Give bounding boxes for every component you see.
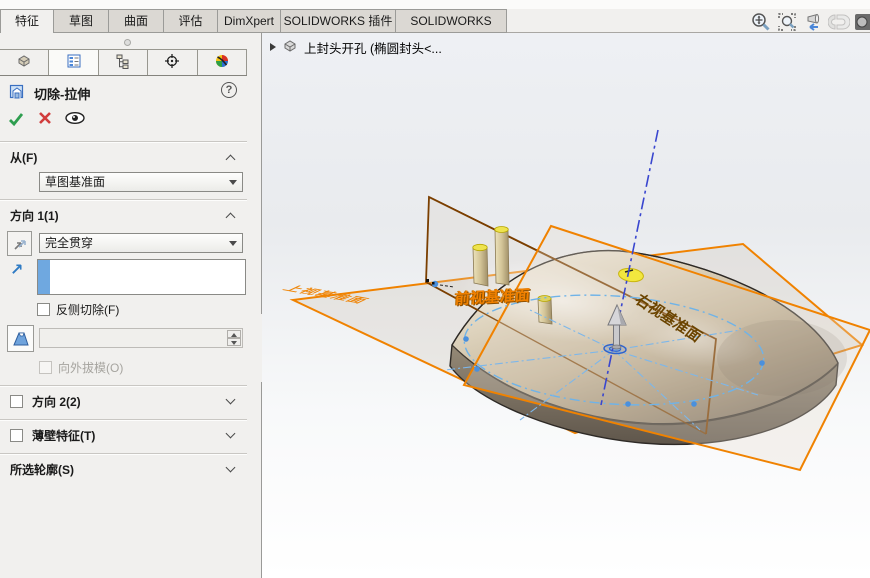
expand-chevron-icon[interactable] bbox=[226, 395, 236, 405]
zoom-to-fit-icon[interactable] bbox=[750, 11, 772, 33]
thin-feature-checkbox[interactable] bbox=[10, 429, 23, 442]
divider bbox=[0, 199, 247, 201]
commandmanager-tabs: 特征 草图 曲面 评估 DimXpert SOLIDWORKS 插件 SOLID… bbox=[0, 9, 507, 33]
direction2-checkbox[interactable] bbox=[10, 395, 23, 408]
display-style-icon[interactable] bbox=[854, 11, 870, 33]
tab-surfaces[interactable]: 曲面 bbox=[108, 9, 163, 33]
tab-dimxpert[interactable]: DimXpert bbox=[217, 9, 280, 33]
help-icon[interactable]: ? bbox=[221, 82, 237, 98]
solidworks-window: 特征 草图 曲面 评估 DimXpert SOLIDWORKS 插件 SOLID… bbox=[0, 0, 870, 578]
panel-viewport-splitter[interactable] bbox=[247, 33, 262, 578]
previous-view-icon[interactable] bbox=[802, 11, 824, 33]
draft-outward-label: 向外拔模(O) bbox=[58, 361, 123, 375]
zoom-to-area-icon[interactable] bbox=[776, 11, 798, 33]
spinner-buttons bbox=[227, 330, 241, 346]
section-direction1[interactable]: 方向 1(1) bbox=[0, 205, 247, 227]
tree-item-label[interactable]: 上封头开孔 (椭圆封头<... bbox=[304, 38, 442, 57]
part-icon bbox=[16, 53, 32, 72]
tab-sketch[interactable]: 草图 bbox=[53, 9, 108, 33]
flip-side-checkbox[interactable] bbox=[37, 303, 50, 316]
tab-evaluate[interactable]: 评估 bbox=[163, 9, 217, 33]
draft-outward-checkbox bbox=[39, 361, 52, 374]
cancel-button[interactable] bbox=[38, 111, 52, 128]
expand-chevron-icon[interactable] bbox=[226, 463, 236, 473]
feature-header: 切除-拉伸 ? bbox=[0, 79, 247, 107]
configurationmanager-tab[interactable] bbox=[99, 50, 148, 75]
part-icon bbox=[282, 38, 298, 57]
ok-button[interactable] bbox=[8, 111, 24, 130]
end-condition-value: 完全贯穿 bbox=[45, 236, 93, 250]
chevron-down-icon bbox=[229, 180, 237, 185]
view-toolbar bbox=[750, 11, 870, 33]
divider bbox=[0, 385, 247, 387]
direction-arrow-icon: ↗ bbox=[10, 260, 23, 280]
section-direction2-label: 方向 2(2) bbox=[32, 391, 81, 413]
3d-scene[interactable] bbox=[262, 33, 870, 578]
collapse-chevron-icon[interactable] bbox=[226, 155, 236, 165]
section-view-icon[interactable] bbox=[828, 11, 850, 33]
divider bbox=[0, 419, 247, 421]
section-from-label: 从(F) bbox=[10, 147, 37, 169]
window-top-strip bbox=[0, 0, 870, 9]
expand-chevron-icon[interactable] bbox=[226, 429, 236, 439]
section-selected-contours[interactable]: 所选轮廓(S) bbox=[0, 459, 247, 481]
spinner-down-icon bbox=[227, 338, 241, 346]
tab-features[interactable]: 特征 bbox=[0, 9, 53, 34]
configuration-icon bbox=[115, 53, 131, 72]
propertymanager-icon bbox=[66, 53, 82, 72]
spinner-up-icon bbox=[227, 330, 241, 338]
panel-title: 切除-拉伸 bbox=[34, 84, 90, 103]
draft-angle-spinner bbox=[39, 328, 243, 348]
panel-splitter-grip[interactable] bbox=[124, 39, 131, 46]
displaymanager-tab[interactable] bbox=[198, 50, 247, 75]
section-direction1-label: 方向 1(1) bbox=[10, 205, 59, 227]
divider bbox=[0, 141, 247, 143]
section-selected-contours-label: 所选轮廓(S) bbox=[10, 459, 74, 481]
flip-side-label[interactable]: 反侧切除(F) bbox=[56, 303, 119, 317]
dimxpert-icon bbox=[164, 53, 180, 72]
section-thin-feature[interactable]: 薄壁特征(T) bbox=[0, 425, 247, 447]
direction-reference-selection-box[interactable] bbox=[37, 259, 246, 295]
divider bbox=[0, 453, 247, 455]
collapse-chevron-icon[interactable] bbox=[226, 213, 236, 223]
chevron-down-icon bbox=[229, 241, 237, 246]
tab-addins[interactable]: SOLIDWORKS 插件 bbox=[280, 9, 395, 33]
confirm-bar bbox=[0, 111, 247, 135]
propertymanager-panel: 切除-拉伸 ? 从(F) 草图基准面 方向 1(1) bbox=[0, 33, 247, 578]
flyout-feature-tree[interactable]: 上封头开孔 (椭圆封头<... bbox=[270, 38, 442, 56]
start-condition-dropdown[interactable]: 草图基准面 bbox=[39, 172, 243, 192]
end-condition-dropdown[interactable]: 完全贯穿 bbox=[39, 233, 243, 253]
selection-active-stripe bbox=[38, 260, 50, 294]
tree-expand-icon[interactable] bbox=[270, 43, 276, 51]
front-plane-label[interactable]: 前视基准面 bbox=[454, 284, 530, 309]
reverse-direction-button[interactable] bbox=[7, 231, 32, 256]
propertymanager-tab[interactable] bbox=[49, 50, 98, 75]
preview-eye-button[interactable] bbox=[64, 111, 86, 128]
section-thin-feature-label: 薄壁特征(T) bbox=[32, 425, 95, 447]
graphics-viewport[interactable]: 上视基准面 前视基准面 右视基准面 上封头开孔 (椭圆封头<... bbox=[262, 33, 870, 578]
displaymanager-icon bbox=[214, 53, 230, 72]
start-condition-value: 草图基准面 bbox=[45, 175, 105, 189]
section-direction2[interactable]: 方向 2(2) bbox=[0, 391, 247, 413]
draft-button[interactable] bbox=[7, 325, 34, 352]
dimxpertmanager-tab[interactable] bbox=[148, 50, 197, 75]
manager-tab-bar bbox=[0, 49, 247, 76]
featuremanager-tree-tab[interactable] bbox=[0, 50, 49, 75]
tab-mbd[interactable]: SOLIDWORKS MBD bbox=[395, 9, 507, 33]
section-from[interactable]: 从(F) bbox=[0, 147, 247, 169]
cut-extrude-icon bbox=[8, 83, 26, 104]
